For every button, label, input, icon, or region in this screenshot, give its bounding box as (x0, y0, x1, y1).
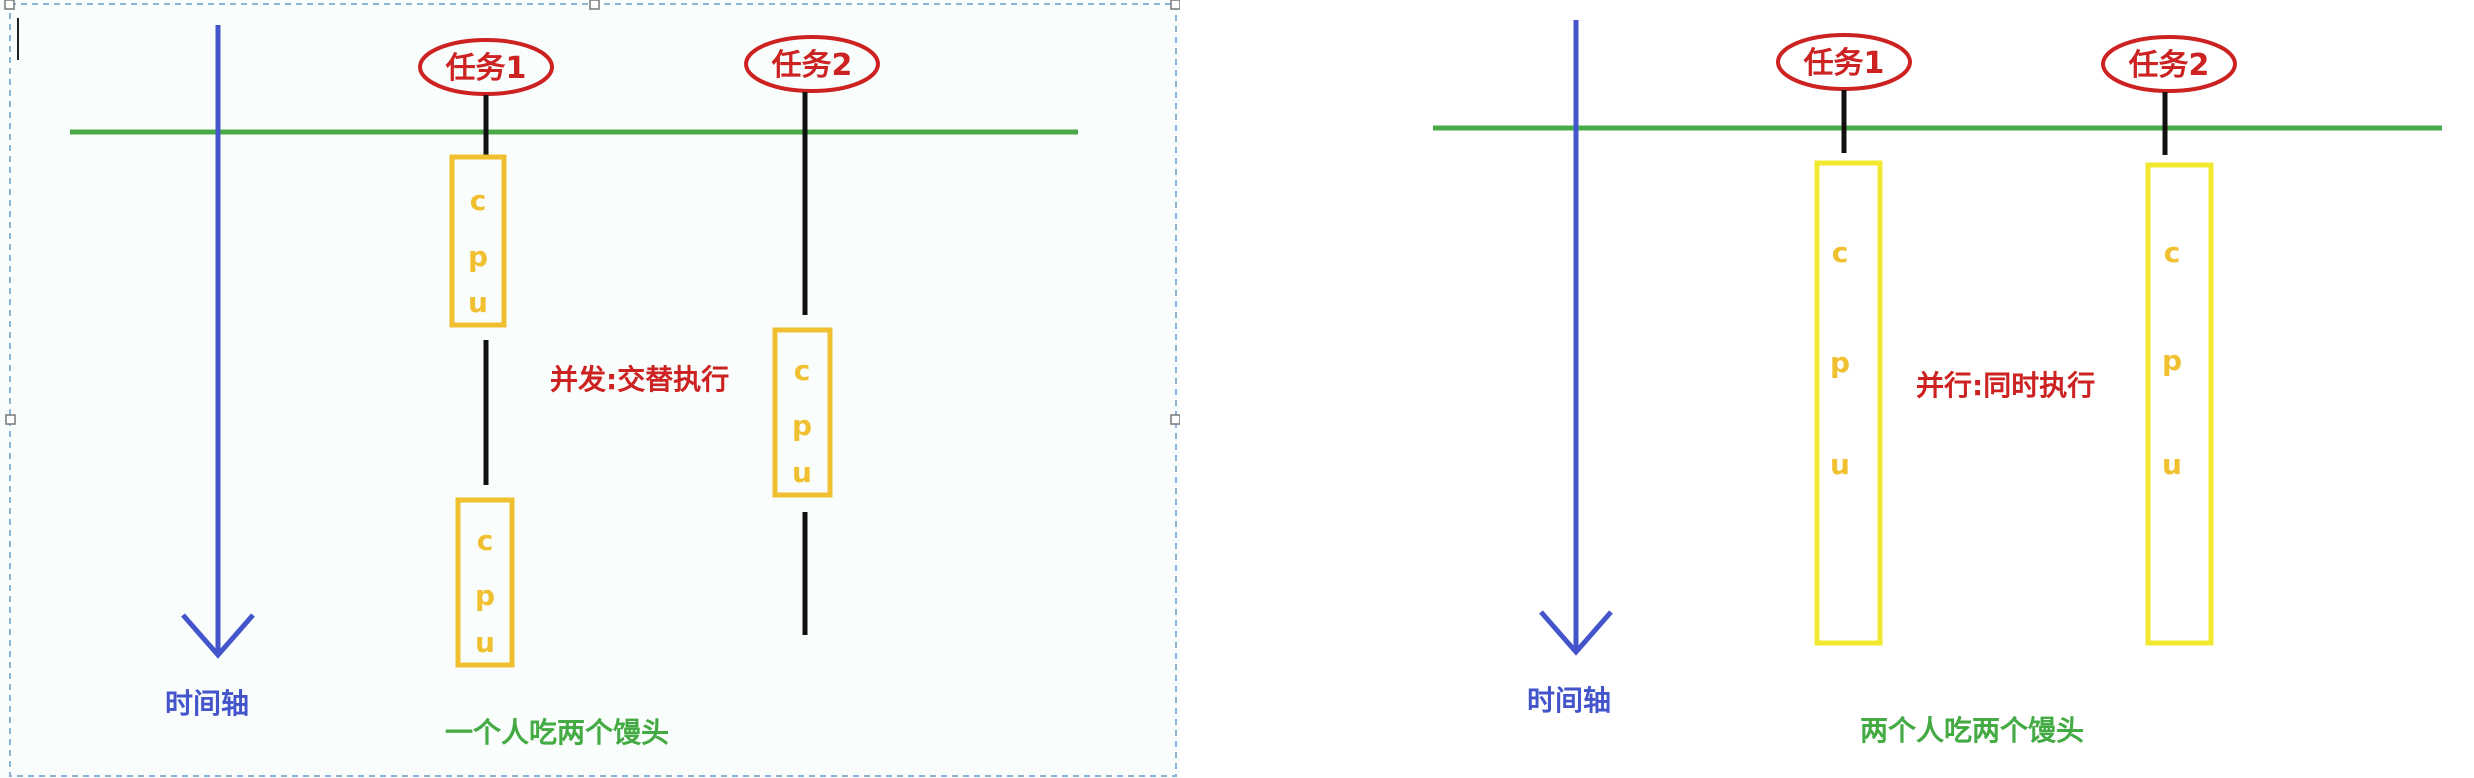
timeline-label: 时间轴 (1527, 684, 1611, 717)
cpu-letter: p (475, 579, 495, 612)
cpu-letter: c (477, 524, 494, 557)
timeline-label: 时间轴 (165, 687, 249, 720)
cpu-letter: c (1832, 236, 1849, 269)
cpu-letter: u (792, 456, 812, 489)
cpu-letter: p (792, 409, 812, 442)
task2-label: 任务2 (771, 48, 853, 83)
parallelism-diagram: 任务1 c p u 任务2 c p u 并行:同时执行 时间轴 两个人吃两个馒头 (1180, 0, 2474, 778)
cpu-letter: c (2164, 236, 2181, 269)
resize-handle[interactable] (1170, 414, 1180, 425)
cpu-letter: u (475, 626, 495, 659)
concurrency-canvas: 任务1 c p u c p u 任务2 c p u 并发:交替执行 时间轴 一个… (4, 0, 1180, 777)
mode-label: 并行:同时执行 (1916, 369, 2095, 402)
parallelism-canvas: 任务1 c p u 任务2 c p u 并行:同时执行 时间轴 两个人吃两个馒头 (1433, 20, 2442, 747)
resize-handle[interactable] (5, 414, 16, 425)
concurrency-diagram: 任务1 c p u c p u 任务2 c p u 并发:交替执行 时间轴 一个… (0, 0, 1180, 778)
cpu-letter: c (794, 354, 811, 387)
cpu-box (1814, 160, 1883, 646)
task2-label: 任务2 (2128, 48, 2210, 83)
cpu-letter: p (2162, 344, 2182, 377)
cpu-letter: c (470, 184, 487, 217)
cpu-letter: u (1830, 448, 1850, 481)
resize-handle[interactable] (589, 0, 600, 10)
cpu-letter: p (1830, 346, 1850, 379)
task1-label: 任务1 (445, 51, 527, 86)
cpu-letter: u (468, 286, 488, 319)
caption: 两个人吃两个馒头 (1860, 714, 2084, 747)
cpu-letter: u (2162, 448, 2182, 481)
resize-handle[interactable] (1170, 0, 1180, 10)
task1-label: 任务1 (1803, 46, 1885, 81)
resize-handle[interactable] (4, 0, 15, 10)
mode-label: 并发:交替执行 (550, 363, 729, 396)
cpu-letter: p (468, 240, 488, 273)
caption: 一个人吃两个馒头 (445, 716, 669, 749)
